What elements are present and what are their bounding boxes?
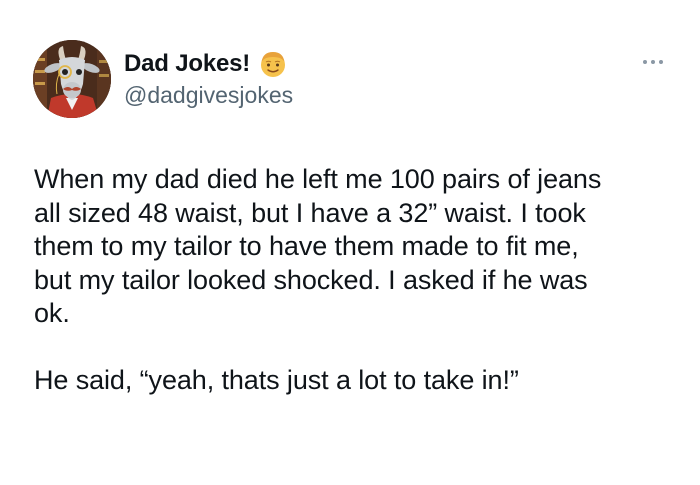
more-options-button[interactable] — [636, 52, 670, 72]
goat-with-monocle-avatar-icon — [33, 40, 111, 118]
tweet-text: When my dad died he left me 100 pairs of… — [34, 163, 674, 397]
avatar[interactable] — [33, 40, 111, 118]
author-handle[interactable]: @dadgivesjokes — [124, 82, 293, 109]
tweet-paragraph: When my dad died he left me 100 pairs of… — [34, 164, 602, 328]
more-options-icon-dot — [651, 60, 655, 64]
man-emoji-icon — [261, 52, 286, 77]
author-name-row: Dad Jokes! — [124, 48, 288, 80]
tweet-card: Dad Jokes! @dadgivesjokes When my dad di… — [0, 0, 700, 485]
tweet-paragraph: He said, “yeah, thats just a lot to take… — [34, 364, 519, 395]
more-options-icon-dot — [659, 60, 663, 64]
display-name[interactable]: Dad Jokes! — [124, 50, 250, 78]
more-options-icon — [643, 60, 647, 64]
